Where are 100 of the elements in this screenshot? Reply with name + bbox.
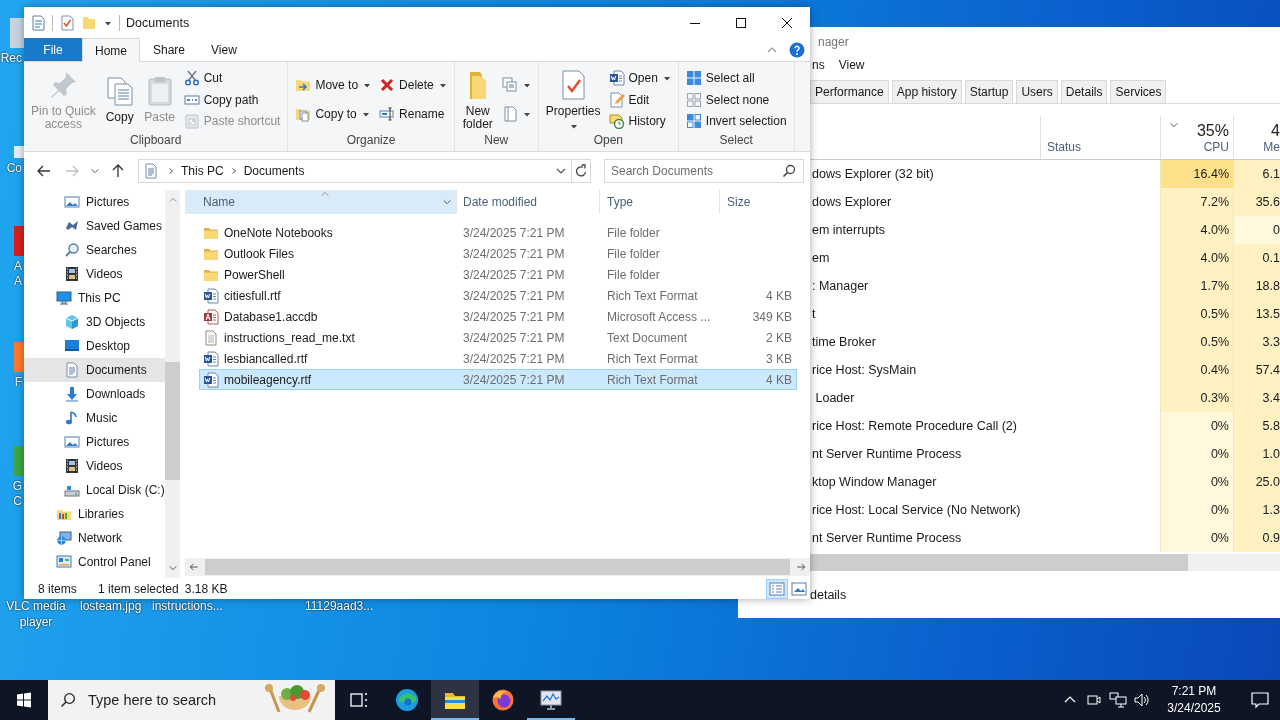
ribbon-button[interactable]: Select none — [682, 90, 790, 109]
file-row[interactable]: instructions_read_me.txt 3/24/2025 7:21 PM Text Document 2 KB — [199, 327, 797, 348]
ribbon-button[interactable]: History — [605, 111, 674, 130]
horizontal-scrollbar[interactable] — [810, 554, 1280, 571]
column-header[interactable]: Date modified — [457, 190, 600, 214]
process-name[interactable]: time Broker — [812, 335, 876, 349]
dropdown-caret-icon — [522, 81, 531, 90]
nav-item[interactable]: Music — [24, 406, 165, 430]
file-row[interactable]: PowerShell 3/24/2025 7:21 PM File folder — [199, 264, 797, 285]
shortcut-clipboard-icon — [183, 112, 200, 129]
address-bar[interactable]: This PC Documents — [138, 159, 571, 183]
clock-date: 3/24/2025 — [1167, 700, 1221, 717]
nav-item[interactable]: 3D Objects — [24, 310, 165, 334]
nav-item[interactable]: Saved Games — [24, 214, 165, 238]
ribbon-tab[interactable]: View — [198, 38, 250, 61]
cpu-cell: 4.0% — [1160, 244, 1233, 272]
ribbon-tab[interactable]: File — [24, 38, 82, 61]
nav-item[interactable]: Downloads — [24, 382, 165, 406]
tab[interactable]: Users — [1016, 80, 1058, 103]
ribbon-button[interactable]: Copy to — [292, 104, 375, 123]
nav-item[interactable]: Network — [24, 526, 165, 550]
nav-item[interactable]: Local Disk (C:) — [24, 478, 165, 502]
ribbon-button[interactable]: Select all — [682, 69, 790, 88]
nav-item[interactable]: Pictures — [24, 430, 165, 454]
file-row[interactable]: Outlook Files 3/24/2025 7:21 PM File folder — [199, 243, 797, 264]
search-field[interactable]: Type here to search — [48, 680, 335, 720]
nav-item[interactable]: Control Panel — [24, 550, 165, 574]
tab[interactable]: Details — [1060, 80, 1108, 103]
ribbon-button[interactable]: Open — [605, 69, 674, 88]
refresh-button[interactable] — [571, 159, 591, 183]
file-row[interactable]: mobileagency.rtf 3/24/2025 7:21 PM Rich Text Format 4 KB — [199, 369, 797, 390]
breadcrumb-item[interactable]: This PC — [181, 164, 224, 178]
nav-item[interactable]: Pictures — [24, 190, 165, 214]
file-row[interactable]: citiesfull.rtf 3/24/2025 7:21 PM Rich Text Format 4 KB — [199, 285, 797, 306]
column-header[interactable]: Size — [720, 190, 800, 214]
process-name[interactable]: dows Explorer — [812, 195, 892, 209]
clock[interactable]: 7:21 PM 3/24/2025 — [1154, 680, 1234, 720]
process-name[interactable]: em — [812, 251, 830, 265]
process-name[interactable]: rice Host: Remote Procedure Call (2) — [812, 419, 1017, 433]
tab[interactable]: Startup — [964, 80, 1014, 103]
nav-item[interactable]: Desktop — [24, 334, 165, 358]
ribbon-button[interactable]: Move to — [292, 76, 375, 95]
taskbar-app-button[interactable] — [431, 680, 479, 720]
file-row[interactable]: lesbiancalled.rtf 3/24/2025 7:21 PM Rich Text Format 3 KB — [199, 348, 797, 369]
process-name[interactable]: : Manager — [812, 279, 869, 293]
menu-item[interactable]: View — [838, 58, 865, 77]
ribbon-button[interactable]: Edit — [605, 90, 674, 109]
nav-item[interactable]: Libraries — [24, 502, 165, 526]
word-document-icon — [203, 371, 219, 388]
process-name[interactable]: Loader — [812, 391, 855, 405]
download-arrow-icon — [64, 386, 80, 402]
process-name[interactable]: dows Explorer (32 bit) — [812, 167, 934, 181]
file-row[interactable]: OneNote Notebooks 3/24/2025 7:21 PM File folder — [199, 222, 797, 243]
ribbon-tab[interactable]: Home — [82, 38, 140, 62]
file-name: instructions_read_me.txt — [224, 330, 355, 345]
process-name[interactable]: t — [812, 307, 816, 321]
nav-item-label: Downloads — [86, 387, 146, 401]
ribbon-button[interactable]: Copy path — [180, 90, 284, 109]
memory-cell: 35.6 — [1233, 188, 1280, 216]
process-name[interactable]: rice Host: Local Service (No Network) — [812, 503, 1021, 517]
menu-item[interactable]: ns — [812, 58, 825, 77]
ribbon-button[interactable]: Properties — [542, 67, 604, 132]
process-name[interactable]: nt Server Runtime Process — [812, 531, 962, 545]
ribbon-button[interactable]: New folder — [458, 66, 497, 133]
ribbon-button[interactable]: Rename — [376, 104, 450, 123]
process-name[interactable]: nt Server Runtime Process — [812, 447, 962, 461]
ribbon-tab[interactable]: Share — [140, 38, 199, 61]
process-name[interactable]: ktop Window Manager — [812, 475, 937, 489]
tab[interactable]: Performance — [810, 80, 889, 103]
search-field[interactable]: Search Documents — [604, 159, 804, 183]
fewer-details-link[interactable]: details — [810, 588, 847, 602]
vertical-scrollbar[interactable] — [165, 190, 180, 578]
horizontal-scrollbar[interactable] — [185, 558, 810, 576]
ribbon-button[interactable]: Cut — [180, 69, 284, 88]
column-header[interactable]: 4 Me — [1233, 116, 1280, 159]
column-header[interactable]: Name — [185, 190, 457, 214]
nav-item[interactable]: Searches — [24, 238, 165, 262]
nav-item-label: Libraries — [78, 507, 125, 521]
file-row[interactable]: Database1.accdb 3/24/2025 7:21 PM Microsoft Access ... 349 KB — [199, 306, 797, 327]
nav-item[interactable]: This PC — [24, 286, 165, 310]
view-button[interactable] — [766, 578, 788, 599]
chevron-up-icon — [167, 195, 178, 205]
nav-item[interactable]: Videos — [24, 262, 165, 286]
breadcrumb-item[interactable]: Documents — [243, 164, 305, 178]
nav-item[interactable]: Videos — [24, 454, 165, 478]
word-icon — [608, 70, 625, 87]
ribbon-button[interactable]: Delete — [376, 76, 450, 95]
tab[interactable]: App history — [891, 80, 962, 103]
column-header[interactable]: Type — [600, 190, 720, 214]
column-label: Name — [203, 195, 235, 209]
tab[interactable]: Services — [1110, 80, 1167, 103]
ribbon-button[interactable]: Copy — [100, 73, 139, 126]
selection-info: 1 item selected — [98, 581, 179, 596]
ribbon-button[interactable]: Invert selection — [682, 111, 790, 130]
process-name[interactable]: rice Host: SysMain — [812, 363, 917, 377]
process-name[interactable]: em interrupts — [812, 223, 885, 237]
column-header[interactable]: 35% CPU — [1160, 116, 1233, 159]
nav-item[interactable]: Documents — [24, 358, 165, 382]
desktop-icon-label: Co — [6, 161, 23, 176]
column-header[interactable]: Status — [1040, 116, 1160, 159]
